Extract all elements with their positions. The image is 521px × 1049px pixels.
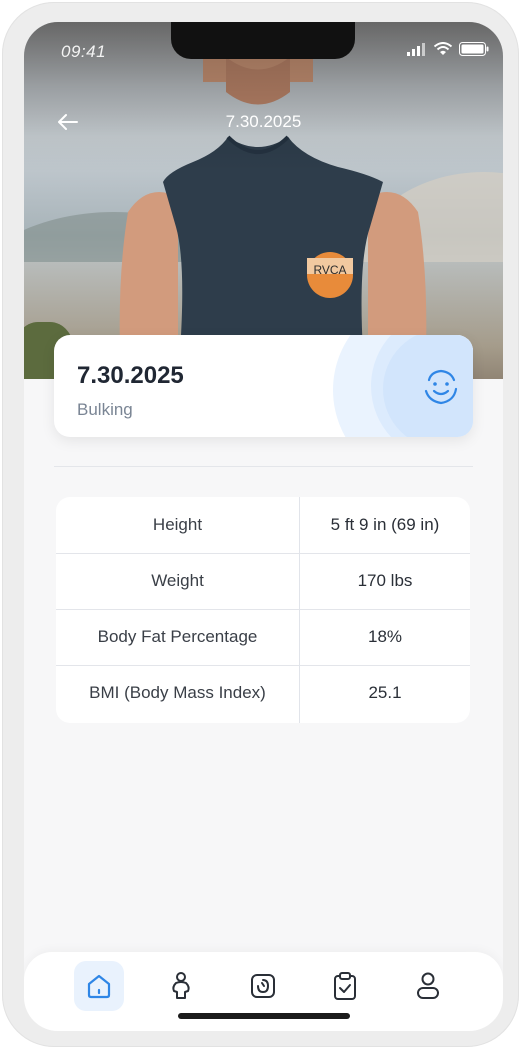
- table-row: Weight 170 lbs: [56, 553, 470, 610]
- home-icon: [87, 974, 111, 999]
- nav-body[interactable]: [156, 961, 206, 1011]
- nav-checklist[interactable]: [320, 961, 370, 1011]
- metric-value: 25.1: [368, 683, 402, 702]
- table-row: BMI (Body Mass Index) 25.1: [56, 665, 470, 721]
- column-divider: [299, 497, 300, 723]
- nav-timer[interactable]: [238, 961, 288, 1011]
- signal-icon: [407, 42, 425, 56]
- session-phase: Bulking: [77, 400, 133, 419]
- table-row: Height 5 ft 9 in (69 in): [56, 497, 470, 554]
- mood-button[interactable]: [421, 367, 461, 407]
- status-time: 09:41: [61, 42, 107, 61]
- bottom-nav: [24, 952, 503, 1031]
- metric-label: Body Fat Percentage: [97, 627, 258, 646]
- phone-frame: RVCA 09:41 7.30.2025 7.30.2025 Bulking H…: [2, 2, 519, 1047]
- metric-label: Height: [152, 515, 203, 534]
- header: 7.30.2025: [24, 106, 503, 146]
- metric-label: BMI (Body Mass Index): [89, 683, 266, 702]
- metric-value: 18%: [367, 627, 403, 646]
- checklist-icon: [334, 972, 356, 1000]
- timer-icon: [251, 974, 275, 998]
- table-row: Body Fat Percentage 18%: [56, 609, 470, 666]
- nav-home[interactable]: [74, 961, 124, 1011]
- metrics-table: Height 5 ft 9 in (69 in) Weight 170 lbs …: [56, 497, 470, 723]
- session-date: 7.30.2025: [77, 362, 184, 389]
- shirt-logo: RVCA: [313, 263, 346, 277]
- metric-value: 5 ft 9 in (69 in): [330, 515, 440, 534]
- profile-icon: [417, 972, 439, 999]
- wifi-icon: [433, 42, 453, 55]
- screen: RVCA 09:41 7.30.2025 7.30.2025 Bulking H…: [24, 22, 503, 1031]
- notch: [171, 22, 355, 59]
- progress-photo: RVCA: [24, 22, 503, 379]
- home-indicator: [178, 1013, 350, 1019]
- battery-icon: [459, 42, 489, 56]
- body-icon: [172, 972, 190, 999]
- metric-label: Weight: [151, 571, 204, 590]
- session-card: 7.30.2025 Bulking: [54, 335, 473, 437]
- divider: [54, 466, 473, 467]
- metric-value: 170 lbs: [357, 571, 413, 590]
- page-title: 7.30.2025: [225, 112, 302, 131]
- nav-profile[interactable]: [403, 961, 453, 1011]
- smiley-face-icon: [424, 369, 458, 405]
